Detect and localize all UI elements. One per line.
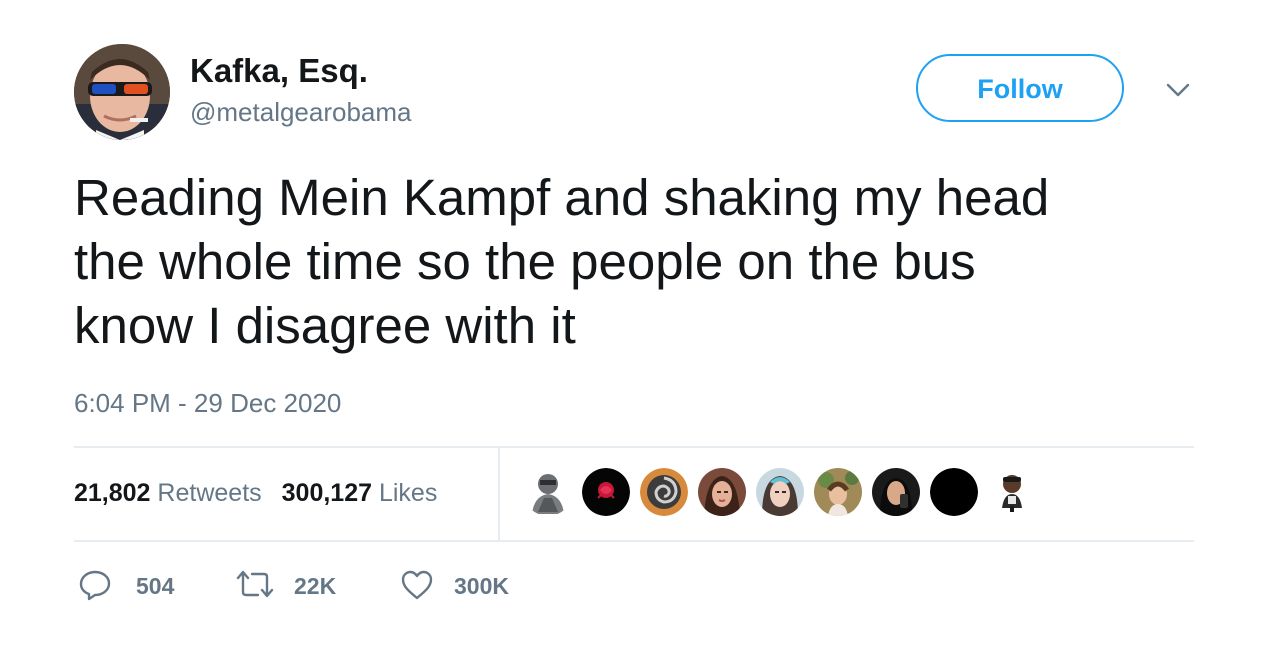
tweet-text: Reading Mein Kampf and shaking my head t… [74,166,1174,358]
retweets-label: Retweets [157,479,262,507]
likes-count: 300,127 [281,479,373,507]
likes-stat[interactable]: 300,127 Likes [282,479,438,507]
liker-avatar[interactable] [872,468,920,516]
chevron-down-icon[interactable] [1164,80,1192,100]
stats-divider [498,448,500,540]
liker-avatar[interactable] [524,468,572,516]
tweet-text-line: Reading Mein Kampf and shaking my head [74,169,1050,226]
tweet-timestamp[interactable]: 6:04 PM - 29 Dec 2020 [74,388,341,418]
author-display-name[interactable]: Kafka, Esq. [190,52,368,90]
follow-button[interactable]: Follow [916,54,1124,122]
liker-avatar[interactable] [988,468,1036,516]
reply-icon [79,570,111,601]
retweets-count: 21,802 [74,479,151,507]
liker-avatar[interactable] [814,468,862,516]
liker-avatar[interactable] [640,468,688,516]
retweet-count: 22K [294,573,337,599]
like-count: 300K [454,573,509,599]
heart-icon [401,570,433,600]
engagement-stats: 21,802 Retweets 300,127 Likes [74,478,437,508]
retweet-action[interactable]: 22K [234,566,354,606]
reply-count: 504 [136,573,175,599]
divider [74,446,1194,448]
tweet-text-line: know I disagree with it [74,297,576,354]
author-handle[interactable]: @metalgearobama [190,97,412,127]
liker-avatar[interactable] [930,468,978,516]
tweet-text-line: the whole time so the people on the bus [74,233,976,290]
liker-avatar[interactable] [756,468,804,516]
retweets-stat[interactable]: 21,802 Retweets [74,479,262,507]
likes-label: Likes [378,479,438,507]
like-action[interactable]: 300K [400,566,530,606]
author-avatar[interactable] [74,44,170,140]
reply-action[interactable]: 504 [78,566,188,606]
divider [74,540,1194,542]
tweet-card: Kafka, Esq. @metalgearobama Follow Readi… [0,0,1264,668]
liker-avatar[interactable] [582,468,630,516]
liker-avatar[interactable] [698,468,746,516]
retweet-icon [236,570,274,598]
